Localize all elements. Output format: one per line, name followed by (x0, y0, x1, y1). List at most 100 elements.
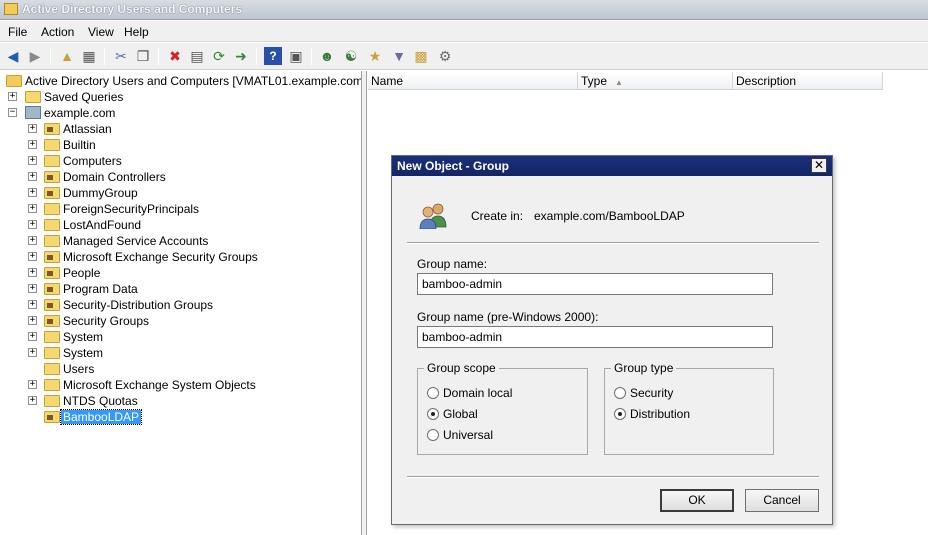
expand-icon[interactable]: + (28, 300, 37, 309)
expand-icon[interactable]: + (28, 172, 37, 181)
up-folder-icon[interactable]: ▲ (58, 47, 76, 65)
expand-icon[interactable]: + (28, 380, 37, 389)
expand-icon[interactable]: + (28, 252, 37, 261)
tree-item-label: System (63, 330, 104, 344)
expand-icon[interactable]: + (28, 396, 37, 405)
ou-folder-icon (44, 315, 60, 327)
create-in-path: example.com/BambooLDAP (534, 209, 685, 223)
tree-item-label: Microsoft Exchange Security Groups (63, 250, 258, 264)
menu-action[interactable]: Action (41, 25, 74, 39)
tree-item-label: Program Data (63, 282, 138, 296)
close-icon[interactable]: ✕ (811, 158, 827, 173)
expand-icon[interactable]: + (8, 92, 17, 101)
delete-icon[interactable]: ✖ (166, 47, 184, 65)
radio-button[interactable] (427, 429, 439, 441)
aduc-root-icon (6, 75, 22, 87)
expand-icon[interactable]: + (28, 220, 37, 229)
tree-item-label: LostAndFound (63, 218, 142, 232)
ou-folder-icon (44, 267, 60, 279)
filter-icon[interactable]: ▼ (390, 47, 408, 65)
pre-windows-2000-input[interactable]: bamboo-admin (417, 326, 773, 348)
ok-button[interactable]: OK (660, 489, 734, 512)
pane-splitter[interactable] (362, 71, 367, 535)
show-console-tree-icon[interactable]: ▦ (80, 47, 98, 65)
folder-icon (44, 395, 60, 407)
tree-item-label: Atlassian (63, 122, 112, 136)
radio-label: Distribution (630, 407, 691, 421)
group-type-box: Group type Security Distribution (604, 361, 774, 455)
cancel-button[interactable]: Cancel (745, 489, 819, 512)
tree-item-label: Computers (63, 154, 122, 168)
expand-icon[interactable]: + (28, 284, 37, 293)
copy-icon[interactable]: ❐ (134, 47, 152, 65)
radio-button-checked[interactable] (614, 408, 626, 420)
tree-item-label: Builtin (63, 138, 96, 152)
separator (407, 242, 819, 244)
console-tree[interactable]: Active Directory Users and Computers [VM… (0, 71, 362, 535)
expand-icon[interactable]: + (28, 188, 37, 197)
tree-item-label: example.com (44, 106, 116, 120)
folder-icon (44, 235, 60, 247)
pre-windows-2000-label: Group name (pre-Windows 2000): (417, 310, 599, 324)
tree-item-label: Domain Controllers (63, 170, 166, 184)
expand-icon[interactable]: + (28, 156, 37, 165)
column-header-description[interactable]: Description (733, 72, 883, 90)
new-ou-icon[interactable]: ★ (366, 47, 384, 65)
refresh-icon[interactable]: ⟳ (210, 47, 228, 65)
cut-icon[interactable]: ✂ (112, 47, 130, 65)
expand-icon[interactable]: + (28, 268, 37, 277)
expand-icon[interactable]: + (28, 236, 37, 245)
ou-folder-icon (44, 171, 60, 183)
dialog-title: New Object - Group (397, 159, 510, 173)
export-list-icon[interactable]: ➜ (232, 47, 250, 65)
radio-label: Universal (443, 428, 494, 442)
separator (407, 476, 819, 478)
delegate-icon[interactable]: ⚙ (436, 47, 454, 65)
radio-button[interactable] (614, 387, 626, 399)
folder-icon (44, 379, 60, 391)
column-header-name[interactable]: Name (368, 72, 578, 90)
collapse-icon[interactable]: − (8, 108, 17, 117)
tree-item-label: Users (63, 362, 95, 376)
new-object-group-dialog: New Object - Group ✕ Create in: example.… (391, 155, 833, 525)
folder-icon (44, 363, 60, 375)
group-icon (419, 203, 447, 229)
ou-folder-icon (44, 251, 60, 263)
radio-button-checked[interactable] (427, 408, 439, 420)
tree-item-label: Managed Service Accounts (63, 234, 209, 248)
group-type-legend: Group type (611, 361, 677, 375)
properties-icon[interactable]: ▤ (188, 47, 206, 65)
folder-icon (25, 91, 41, 103)
forward-arrow-icon[interactable]: ▶ (26, 47, 44, 65)
add-to-group-icon[interactable]: ▩ (412, 47, 430, 65)
column-header-type[interactable]: Type ▲ (578, 72, 733, 90)
ou-folder-icon (44, 187, 60, 199)
expand-icon[interactable]: + (28, 332, 37, 341)
tree-item-label: Security-Distribution Groups (63, 298, 214, 312)
menu-file[interactable]: File (8, 25, 27, 39)
group-name-input[interactable]: bamboo-admin (417, 273, 773, 295)
tree-item-label: ForeignSecurityPrincipals (63, 202, 200, 216)
new-group-icon[interactable]: ☯ (342, 47, 360, 65)
back-arrow-icon[interactable]: ◀ (4, 47, 22, 65)
help-icon[interactable]: ? (264, 47, 282, 65)
expand-icon[interactable]: + (28, 316, 37, 325)
action-pane-icon[interactable]: ▣ (287, 47, 305, 65)
menu-view[interactable]: View (88, 25, 114, 39)
aduc-app-icon (4, 3, 18, 15)
radio-button[interactable] (427, 387, 439, 399)
expand-icon[interactable]: + (28, 140, 37, 149)
radio-label: Global (443, 407, 478, 421)
folder-icon (44, 219, 60, 231)
expand-icon[interactable]: + (28, 204, 37, 213)
expand-icon[interactable]: + (28, 124, 37, 133)
expand-icon[interactable]: + (28, 348, 37, 357)
domain-icon (25, 106, 41, 119)
menu-help[interactable]: Help (124, 25, 149, 39)
group-name-label: Group name: (417, 257, 488, 271)
tree-item-label: NTDS Quotas (63, 394, 138, 408)
tree-item-label: Security Groups (63, 314, 150, 328)
tree-item-label: Saved Queries (44, 90, 124, 104)
new-user-icon[interactable]: ☻ (318, 47, 336, 65)
folder-icon (44, 155, 60, 167)
